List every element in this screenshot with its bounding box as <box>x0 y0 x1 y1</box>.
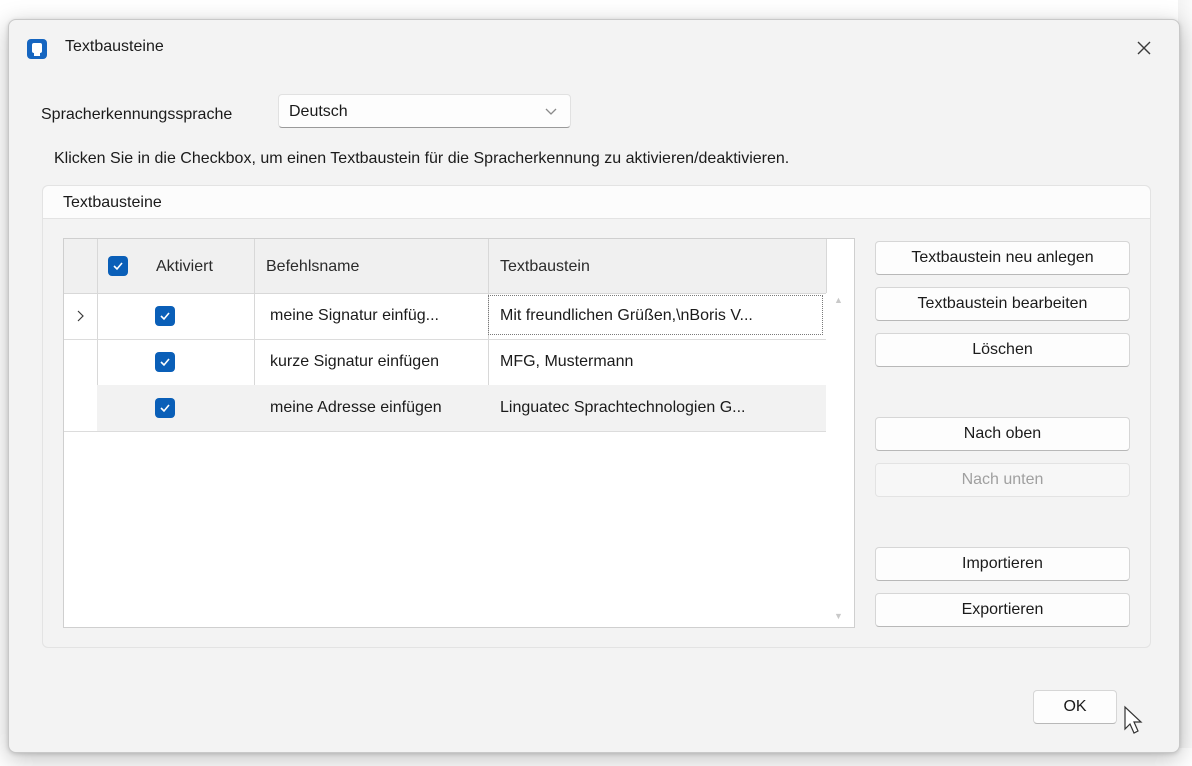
close-button[interactable] <box>1127 32 1161 64</box>
command-name-cell[interactable]: meine Signatur einfüg... <box>270 307 439 325</box>
table-row[interactable]: meine Signatur einfüg... Mit freundliche… <box>64 293 826 340</box>
command-name-cell[interactable]: kurze Signatur einfügen <box>270 353 439 371</box>
table-row[interactable]: kurze Signatur einfügen MFG, Mustermann <box>64 339 826 386</box>
group-title: Textbausteine <box>63 194 162 211</box>
close-icon <box>1137 41 1151 55</box>
command-name-cell[interactable]: meine Adresse einfügen <box>270 399 442 417</box>
row-selector[interactable] <box>64 293 97 339</box>
mouse-cursor-icon <box>1124 705 1143 734</box>
check-icon <box>160 358 170 367</box>
background-window-edge <box>1178 0 1192 766</box>
column-header-befehlsname[interactable]: Befehlsname <box>266 258 359 276</box>
column-header-textbaustein[interactable]: Textbaustein <box>500 258 590 276</box>
move-down-button[interactable]: Nach unten <box>875 463 1130 497</box>
row-selector[interactable] <box>64 385 97 431</box>
row-selector[interactable] <box>64 339 97 385</box>
check-icon <box>160 312 170 321</box>
group-header: Textbausteine <box>43 186 1150 219</box>
check-icon <box>113 262 123 271</box>
move-up-button[interactable]: Nach oben <box>875 417 1130 451</box>
ok-button[interactable]: OK <box>1033 690 1117 724</box>
delete-button[interactable]: Löschen <box>875 333 1130 367</box>
textbaustein-cell[interactable]: Linguatec Sprachtechnologien G... <box>500 399 746 417</box>
scroll-up-arrow-icon[interactable]: ▲ <box>834 295 843 305</box>
grid-header: Aktiviert Befehlsname Textbaustein <box>64 239 826 294</box>
language-value: Deutsch <box>289 103 348 120</box>
textbausteine-dialog: Textbausteine Spracherkennungssprache De… <box>8 19 1180 753</box>
column-divider <box>826 239 827 293</box>
language-select[interactable]: Deutsch <box>278 94 571 128</box>
language-label: Spracherkennungssprache <box>41 106 233 123</box>
app-icon <box>27 39 47 59</box>
instruction-text: Klicken Sie in die Checkbox, um einen Te… <box>54 150 790 167</box>
chevron-right-icon <box>77 310 84 322</box>
row-checkbox[interactable] <box>155 352 175 372</box>
textbausteine-group: Textbausteine Aktiviert Befehlsname Text… <box>42 185 1151 648</box>
textbaustein-cell[interactable]: MFG, Mustermann <box>500 353 633 371</box>
window-title: Textbausteine <box>65 38 164 55</box>
textbausteine-grid: Aktiviert Befehlsname Textbaustein meine… <box>63 238 855 628</box>
check-icon <box>160 404 170 413</box>
import-button[interactable]: Importieren <box>875 547 1130 581</box>
row-checkbox[interactable] <box>155 306 175 326</box>
column-header-aktiviert[interactable]: Aktiviert <box>156 258 213 276</box>
grid-vertical-scrollbar[interactable]: ▲ ▼ <box>826 293 854 627</box>
row-checkbox[interactable] <box>155 398 175 418</box>
export-button[interactable]: Exportieren <box>875 593 1130 627</box>
edit-textbaustein-button[interactable]: Textbaustein bearbeiten <box>875 287 1130 321</box>
new-textbaustein-button[interactable]: Textbaustein neu anlegen <box>875 241 1130 275</box>
table-row[interactable]: meine Adresse einfügen Linguatec Spracht… <box>64 385 826 432</box>
select-all-checkbox[interactable] <box>108 256 128 276</box>
textbaustein-cell[interactable]: Mit freundlichen Grüßen,\nBoris V... <box>500 307 753 325</box>
chevron-down-icon <box>545 108 557 115</box>
scroll-down-arrow-icon[interactable]: ▼ <box>834 611 843 621</box>
